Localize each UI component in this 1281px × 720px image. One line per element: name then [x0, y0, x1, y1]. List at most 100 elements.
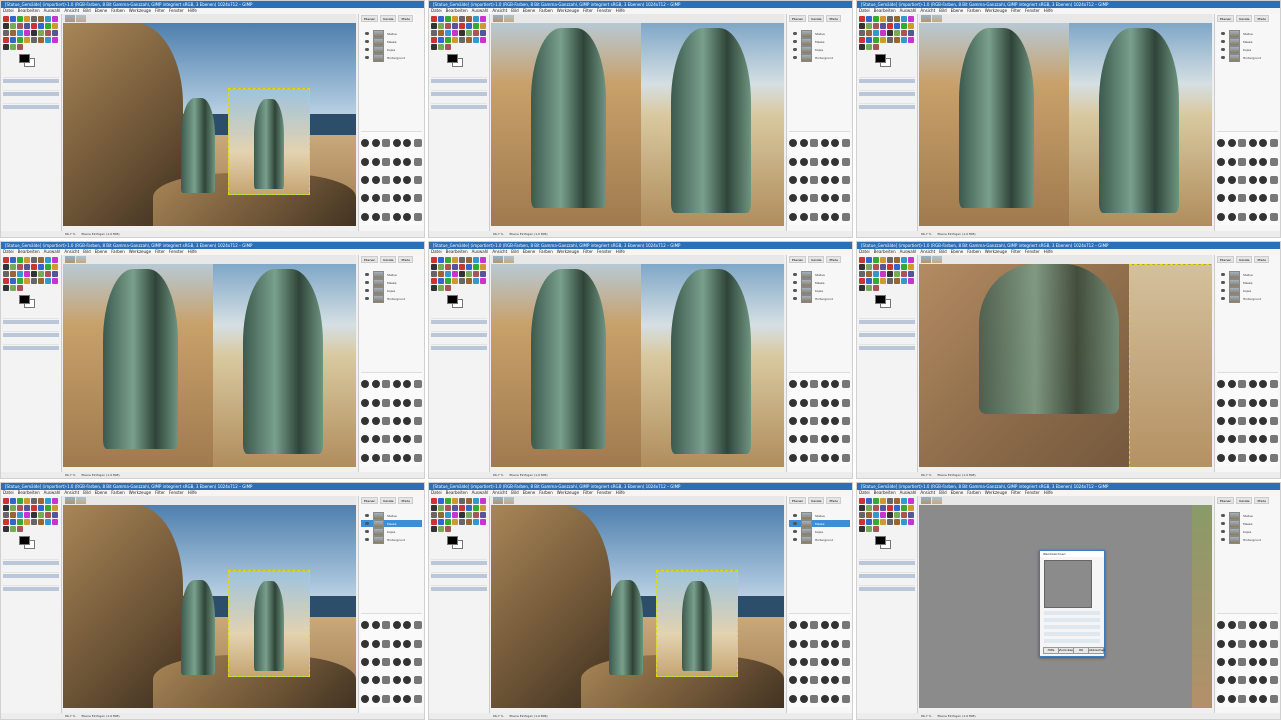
brush-preset[interactable] — [403, 212, 412, 221]
layer-row[interactable]: Hintergrund — [1217, 535, 1278, 544]
option-row[interactable] — [431, 580, 487, 586]
tool-icon[interactable] — [431, 30, 437, 36]
brush-preset[interactable] — [799, 380, 808, 389]
zoom-level[interactable]: 66,7 % — [921, 473, 931, 477]
tool-icon[interactable] — [859, 512, 865, 518]
menu-item[interactable]: Bearbeiten — [446, 8, 468, 13]
brush-preset[interactable] — [799, 398, 808, 407]
option-slider[interactable] — [3, 320, 59, 324]
tool-icon[interactable] — [52, 498, 58, 504]
brush-preset[interactable] — [1259, 194, 1268, 203]
tool-icon[interactable] — [894, 16, 900, 22]
layer-row[interactable]: Kopie — [789, 527, 850, 536]
option-row[interactable] — [859, 580, 915, 586]
brush-preset[interactable] — [413, 621, 422, 630]
tool-icon[interactable] — [3, 519, 9, 525]
brush-preset[interactable] — [831, 398, 840, 407]
option-row[interactable] — [431, 554, 487, 560]
layer-row[interactable]: Hintergrund — [361, 535, 422, 544]
dock-tab[interactable]: Kanäle — [1236, 256, 1253, 263]
tool-icon[interactable] — [859, 44, 865, 50]
tool-icon[interactable] — [866, 30, 872, 36]
tool-icon[interactable] — [887, 264, 893, 270]
brush-preset[interactable] — [810, 694, 819, 703]
option-row[interactable] — [3, 98, 59, 104]
brush-preset[interactable] — [1227, 139, 1236, 148]
tool-icon[interactable] — [24, 505, 30, 511]
tool-icon[interactable] — [452, 23, 458, 29]
dialog-slider[interactable] — [1044, 632, 1100, 636]
brush-preset[interactable] — [841, 398, 850, 407]
tool-icon[interactable] — [894, 498, 900, 504]
image-tab[interactable] — [65, 497, 75, 504]
tool-icon[interactable] — [459, 16, 465, 22]
tool-icon[interactable] — [445, 519, 451, 525]
brush-preset[interactable] — [1248, 657, 1257, 666]
tool-icon[interactable] — [10, 512, 16, 518]
tool-icon[interactable] — [31, 519, 37, 525]
brush-preset[interactable] — [382, 194, 391, 203]
brush-preset[interactable] — [831, 175, 840, 184]
foreground-color[interactable] — [875, 54, 886, 63]
tool-icon[interactable] — [859, 257, 865, 263]
tool-icon[interactable] — [3, 278, 9, 284]
dock-tab[interactable]: Ebenen — [361, 15, 379, 22]
tool-icon[interactable] — [452, 519, 458, 525]
tool-icon[interactable] — [3, 264, 9, 270]
brush-preset[interactable] — [392, 416, 401, 425]
layer-row[interactable]: Hintergrund — [1217, 294, 1278, 303]
tool-icon[interactable] — [873, 264, 879, 270]
tool-icon[interactable] — [431, 271, 437, 277]
option-slider[interactable] — [3, 105, 59, 109]
tool-icon[interactable] — [24, 16, 30, 22]
option-slider[interactable] — [431, 320, 487, 324]
brush-preset[interactable] — [413, 194, 422, 203]
option-slider[interactable] — [431, 92, 487, 96]
layer-row[interactable]: Maske — [1217, 278, 1278, 287]
brush-preset[interactable] — [1248, 639, 1257, 648]
tool-icon[interactable] — [859, 271, 865, 277]
brush-preset[interactable] — [810, 621, 819, 630]
layer-row[interactable]: Kopie — [1217, 286, 1278, 295]
menu-item[interactable]: Werkzeuge — [129, 249, 151, 254]
brush-preset[interactable] — [382, 435, 391, 444]
brush-preset[interactable] — [403, 621, 412, 630]
brush-preset[interactable] — [1248, 194, 1257, 203]
tool-icon[interactable] — [880, 498, 886, 504]
tool-icon[interactable] — [901, 505, 907, 511]
tool-icon[interactable] — [10, 44, 16, 50]
brush-preset[interactable] — [789, 657, 798, 666]
pasted-layer[interactable] — [656, 570, 738, 677]
tool-icon[interactable] — [38, 512, 44, 518]
tool-icon[interactable] — [887, 271, 893, 277]
menu-item[interactable]: Ebene — [951, 490, 964, 495]
brush-preset[interactable] — [1227, 639, 1236, 648]
tool-icon[interactable] — [431, 37, 437, 43]
brush-preset[interactable] — [799, 676, 808, 685]
tool-icon[interactable] — [473, 37, 479, 43]
menu-item[interactable]: Auswahl — [900, 490, 917, 495]
brush-preset[interactable] — [361, 435, 370, 444]
brush-preset[interactable] — [799, 435, 808, 444]
tool-icon[interactable] — [873, 505, 879, 511]
tool-icon[interactable] — [24, 257, 30, 263]
brush-preset[interactable] — [820, 621, 829, 630]
brush-preset[interactable] — [1238, 157, 1247, 166]
tool-icon[interactable] — [473, 257, 479, 263]
tool-icon[interactable] — [431, 264, 437, 270]
dock-tab[interactable]: Pfade — [826, 497, 841, 504]
tool-icon[interactable] — [45, 271, 51, 277]
tool-icon[interactable] — [466, 271, 472, 277]
option-slider[interactable] — [431, 79, 487, 83]
option-row[interactable] — [859, 554, 915, 560]
tool-icon[interactable] — [3, 271, 9, 277]
tool-icon[interactable] — [45, 278, 51, 284]
tool-icon[interactable] — [38, 519, 44, 525]
brush-preset[interactable] — [361, 639, 370, 648]
tool-icon[interactable] — [3, 23, 9, 29]
dock-tab[interactable]: Pfade — [398, 497, 413, 504]
brush-preset[interactable] — [799, 639, 808, 648]
menu-item[interactable]: Bearbeiten — [874, 490, 896, 495]
tool-icon[interactable] — [480, 498, 486, 504]
layer-row[interactable]: Kopie — [789, 45, 850, 54]
